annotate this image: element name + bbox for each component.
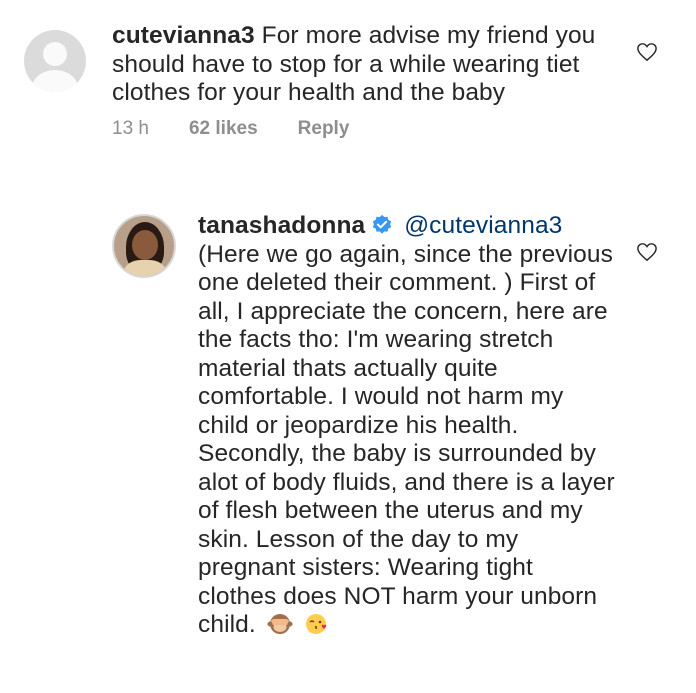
heart-outline-icon[interactable] [636, 42, 658, 62]
reply-button[interactable]: Reply [298, 118, 350, 140]
default-avatar-icon[interactable] [24, 30, 86, 92]
likes-count[interactable]: 62 likes [189, 118, 258, 140]
profile-avatar[interactable] [112, 214, 176, 278]
reply-body: (Here we go again, since the previous on… [198, 240, 615, 639]
comment-text: cutevianna3 For more advise my friend yo… [112, 22, 612, 108]
comment-meta: 13 h 62 likes Reply [112, 118, 624, 140]
face-blowing-kiss-icon [305, 614, 327, 634]
see-no-evil-monkey-icon [267, 614, 293, 634]
mention-link[interactable]: @cutevianna3 [404, 212, 562, 239]
reply-username[interactable]: tanashadonna [198, 212, 365, 239]
verified-badge-icon [373, 214, 392, 234]
reply-text: tanashadonna @cutevianna3 (Here we go ag… [198, 212, 618, 640]
reply-tanashadonna: tanashadonna @cutevianna3 (Here we go ag… [112, 212, 632, 640]
comment-time: 13 h [112, 117, 149, 139]
comment-username[interactable]: cutevianna3 [112, 22, 255, 49]
heart-outline-icon[interactable] [636, 242, 658, 262]
comment-cutevianna3: cutevianna3 For more advise my friend yo… [24, 22, 624, 140]
